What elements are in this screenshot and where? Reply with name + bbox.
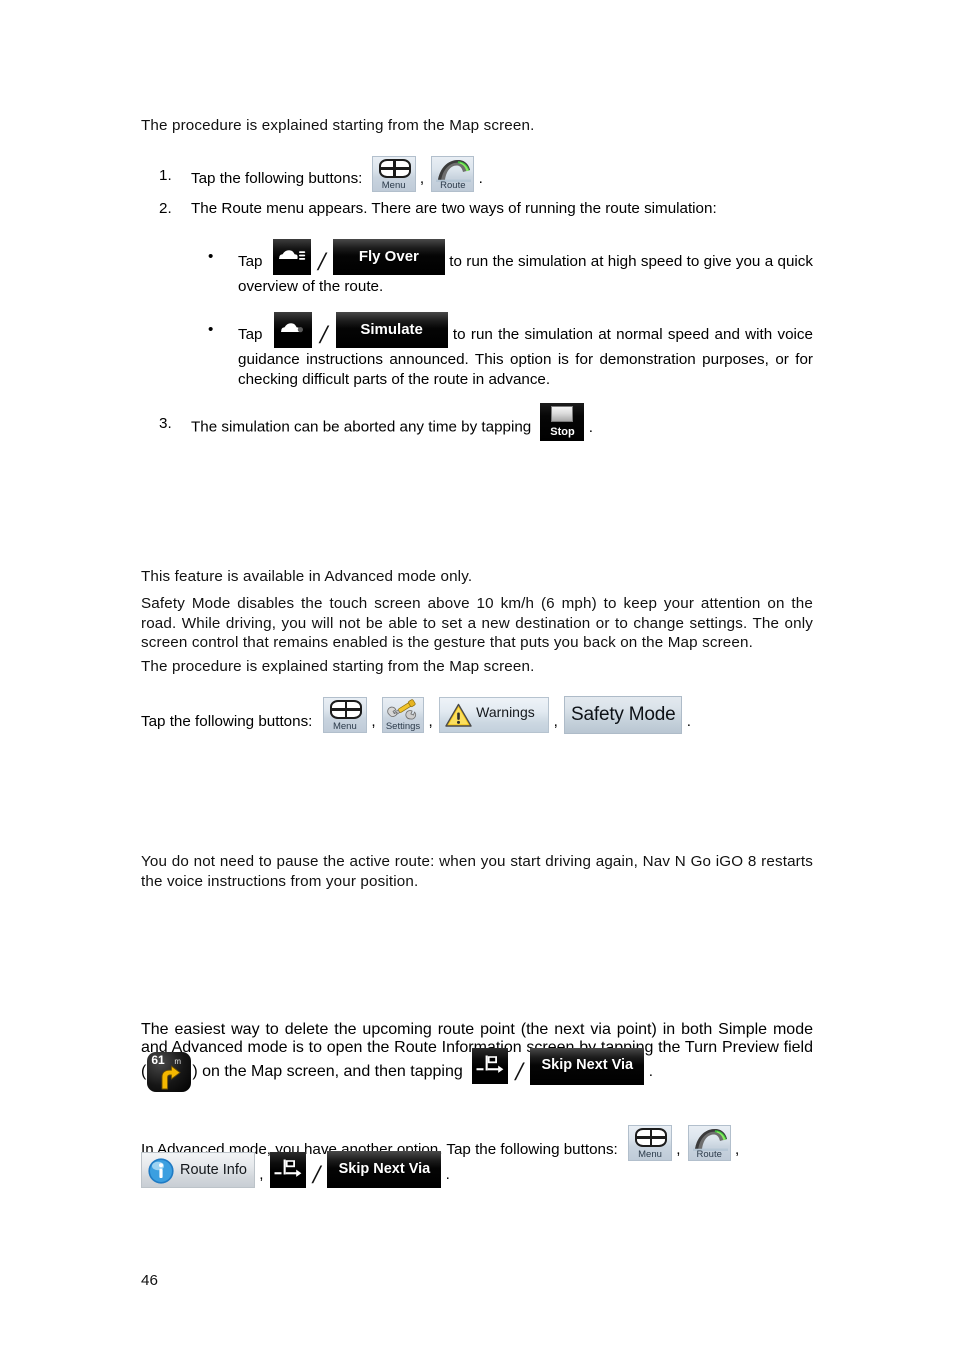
car-icon [280,322,303,332]
warnings-button[interactable]: Warnings [439,697,550,733]
route-button[interactable]: Route [431,156,475,192]
separator-comma: , [676,1141,681,1159]
stop-button[interactable]: Stop [540,403,585,441]
safety-tap-lead: Tap the following buttons: [141,713,313,731]
menu-grid-icon [329,700,362,719]
safety-paragraph-2: Safety Mode disables the touch screen ab… [141,594,813,653]
menu-grid-icon [635,1128,668,1147]
route-info-row: Route Info , / Skip Next Via . [141,1151,813,1190]
route-button[interactable]: Route [687,1125,731,1161]
safety-buttons-row: Tap the following buttons: Menu , Settin… [141,696,813,734]
step-3-number: 3. [159,415,172,432]
skip-next-via-icon-button[interactable] [269,1151,306,1188]
menu-button-label: Menu [381,180,406,191]
safety-paragraph-1: This feature is available in Advanced mo… [141,567,813,587]
route-info-line: Route Info , / Skip Next Via . [141,1151,813,1190]
turn-right-arrow-icon [161,1065,181,1090]
skip-via-paragraph: The easiest way to delete the upcoming r… [141,1021,813,1092]
step-1-terminator: . [478,170,483,188]
route-road-icon [436,160,472,182]
simulate-button[interactable]: Simulate [335,311,448,348]
separator-comma: , [553,713,558,731]
skip-next-via-button[interactable]: Skip Next Via [327,1151,442,1188]
slash-separator: / [318,247,326,276]
stop-square-icon [551,406,574,422]
slash-separator: / [515,1057,523,1086]
turn-preview-button[interactable]: 61 m [147,1052,192,1092]
step-3: 3. The simulation can be aborted any tim… [141,403,813,441]
route-road-icon [692,1129,728,1151]
route-info-button[interactable]: Route Info [141,1151,255,1188]
warning-triangle-icon [445,703,472,727]
info-icon [148,1157,174,1184]
menu-button[interactable]: Menu [322,697,367,733]
route-button-label: Route [696,1149,722,1160]
safety-mode-button[interactable]: Safety Mode [564,696,683,734]
menu-button-label: Menu [638,1149,662,1160]
bullet-lead-text: Tap [238,253,263,271]
fly-over-button-label: Fly Over [358,247,419,265]
skip-via-terminator: . [648,1063,654,1081]
separator-comma: , [419,170,425,188]
safety-para-1: This feature is available in Advanced mo… [141,568,473,585]
step-1-text: Tap the following buttons: [191,170,363,188]
menu-button[interactable]: Menu [371,156,416,192]
step-2: 2. The Route menu appears. There are two… [141,199,813,219]
settings-tools-icon [387,699,417,720]
skip-next-via-button-label: Skip Next Via [338,1161,431,1177]
slash-separator: / [320,320,328,349]
step-2-number: 2. [159,200,172,217]
settings-button-label: Settings [385,721,421,732]
settings-button[interactable]: Settings [382,697,424,733]
safety-mode-button-label: Safety Mode [571,704,676,725]
safety-para-3: The procedure is explained starting from… [141,658,535,675]
skip-via-flag-icon [476,1055,504,1073]
simulate-button-label: Simulate [360,320,423,338]
fly-over-button[interactable]: Fly Over [332,238,445,275]
car-icon-button[interactable] [273,311,312,348]
skip-via-text-b: ) on the Map screen, and then tapping [192,1063,463,1081]
slash-separator: / [312,1160,321,1189]
route-button-label: Route [440,180,466,191]
intro-paragraph: The procedure is explained starting from… [141,117,535,134]
car-speed-icon [278,249,306,260]
skip-via-flag-icon [274,1159,302,1177]
separator-comma: , [371,713,376,731]
step-1: 1. Tap the following buttons: Menu , Rou… [141,156,813,192]
step-1-number: 1. [159,167,172,184]
car-speed-icon-button[interactable] [272,238,311,275]
menu-button[interactable]: Menu [628,1125,673,1161]
skip-via-para-1: The easiest way to delete the upcoming r… [141,1021,813,1092]
simulation-intro: The procedure is explained starting from… [141,116,813,136]
separator-comma: , [259,1166,264,1184]
skip-next-via-button-label: Skip Next Via [541,1056,634,1073]
safety-paragraph-3: The procedure is explained starting from… [141,657,813,677]
pause-paragraph: You do not need to pause the active rout… [141,852,813,891]
document-page: The procedure is explained starting from… [0,0,954,1350]
skip-next-via-button[interactable]: Skip Next Via [530,1047,645,1085]
bullet-marker: • [208,248,214,265]
bullet-fly-over: • Tap / Fly Over to run the simulation a… [141,238,813,297]
bullet-simulate: • Tap / Simulate to run the simulation a… [141,311,813,389]
route-info-button-label: Route Info [180,1161,247,1178]
menu-button-label: Menu [332,721,357,732]
separator-comma: , [428,713,433,731]
step-2-text: The Route menu appears. There are two wa… [191,200,717,217]
warnings-button-label: Warnings [476,704,535,720]
bullet-lead-text: Tap [238,326,263,344]
skip-next-via-icon-button[interactable] [472,1048,509,1084]
step-3-terminator: . [588,418,593,436]
pause-para-1: You do not need to pause the active rout… [141,853,813,890]
stop-button-label: Stop [550,426,575,438]
safety-terminator: . [686,713,691,731]
step-3-text: The simulation can be aborted any time b… [191,418,532,436]
skip-via-terminator: . [445,1166,450,1184]
bullet-marker: • [208,321,214,338]
menu-grid-icon [378,159,411,178]
page-number: 46 [141,1272,158,1289]
separator-comma: , [734,1141,740,1159]
safety-para-2: Safety Mode disables the touch screen ab… [141,595,813,652]
